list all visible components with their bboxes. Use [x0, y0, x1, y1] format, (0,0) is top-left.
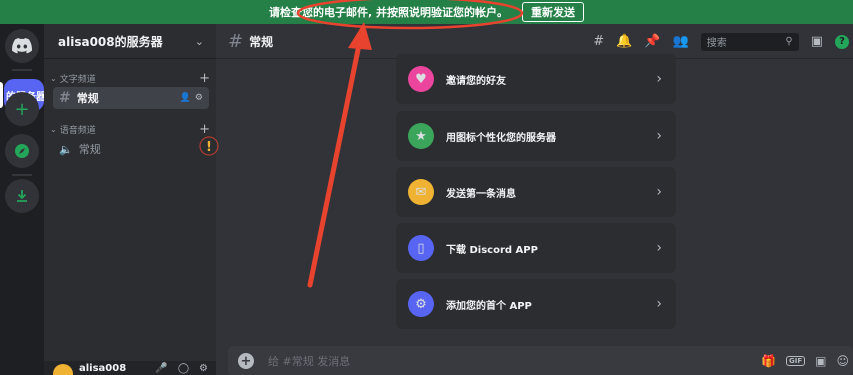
download-apps-button[interactable]	[5, 179, 39, 213]
avatar[interactable]	[53, 364, 73, 375]
caret-icon: ⌄	[50, 74, 57, 83]
search-icon: ⚲	[785, 36, 793, 47]
inbox-icon[interactable]: ▣	[811, 34, 823, 49]
banner-text: 请检查您的电子邮件, 并按照说明验证您的帐户。	[268, 6, 508, 19]
explore-icon	[15, 144, 29, 158]
chevron-down-icon: ⌄	[194, 34, 204, 48]
chevron-right-icon: ›	[656, 296, 662, 312]
mic-icon[interactable]: 🎤	[155, 363, 167, 374]
category-label: 文字频道	[59, 75, 96, 85]
card-personalize-server[interactable]: ★ 用图标个性化您的服务器 ›	[396, 111, 676, 161]
server-header[interactable]: alisa008的服务器 ⌄	[44, 24, 216, 59]
help-icon[interactable]: ?	[835, 34, 849, 49]
pin-icon[interactable]: 📌	[644, 34, 660, 49]
chevron-right-icon: ›	[656, 184, 662, 200]
attach-plus-icon[interactable]: +	[238, 353, 254, 369]
channel-text-general[interactable]: # 常规 👤 ⚙	[53, 87, 209, 109]
bell-icon[interactable]: 🔔	[616, 34, 632, 49]
search-placeholder: 搜索	[706, 38, 727, 49]
gear-icon[interactable]: ⚙	[199, 363, 208, 374]
rail-separator	[12, 174, 32, 176]
discord-home-button[interactable]	[5, 29, 39, 63]
channel-title: 常规	[249, 34, 274, 49]
card-label: 用图标个性化您的服务器	[446, 132, 556, 144]
download-app-icon: ▯	[408, 235, 434, 261]
add-server-button[interactable]: +	[5, 92, 39, 126]
card-label: 发送第一条消息	[446, 188, 516, 200]
channel-sidebar: alisa008的服务器 ⌄ ⌄ 文字频道 + # 常规 👤 ⚙ ⌄ 语音频道 …	[44, 24, 216, 375]
channel-label: 常规	[78, 143, 101, 156]
category-label: 语音频道	[59, 126, 96, 136]
card-label: 邀请您的好友	[446, 75, 506, 87]
server-rail: 的服务器 +	[0, 24, 44, 375]
chevron-right-icon: ›	[656, 240, 662, 256]
speaker-icon: 🔈	[59, 142, 73, 156]
threads-icon[interactable]: #	[593, 34, 604, 49]
channel-label: 常规	[76, 92, 99, 105]
card-first-message[interactable]: ✉ 发送第一条消息 ›	[396, 167, 676, 217]
invite-friends-icon: ♥	[408, 66, 434, 92]
channel-voice-general[interactable]: 🔈 常规	[53, 138, 209, 160]
gear-icon[interactable]: ⚙	[195, 93, 203, 103]
user-panel: alisa008 🎤 ◯ ⚙	[44, 361, 216, 375]
gift-icon[interactable]: 🎁	[761, 354, 776, 368]
active-server-indicator	[0, 82, 3, 108]
chevron-right-icon: ›	[656, 71, 662, 87]
server-name: alisa008的服务器	[58, 34, 163, 49]
card-invite-friends[interactable]: ♥ 邀请您的好友 ›	[396, 54, 676, 104]
invite-icon[interactable]: 👤	[180, 93, 191, 103]
verify-email-banner: 请检查您的电子邮件, 并按照说明验证您的帐户。 重新发送	[0, 0, 853, 24]
emoji-icon[interactable]: ☺	[836, 354, 849, 368]
explore-button[interactable]	[5, 134, 39, 168]
card-add-app[interactable]: ⚙ 添加您的首个 APP ›	[396, 279, 676, 329]
card-label: 添加您的首个 APP	[446, 300, 532, 312]
username: alisa008	[79, 363, 127, 374]
create-channel-icon[interactable]: +	[199, 122, 210, 137]
download-icon	[17, 190, 27, 202]
discord-logo-icon	[12, 38, 32, 54]
main-content: # 常规 # 🔔 📌 👥 搜索 ⚲ ▣ ? ♥ 邀请您的好友 › ★ 用图标个性…	[216, 24, 853, 375]
message-composer[interactable]: + 给 #常规 发消息 🎁 GIF ▣ ☺	[228, 346, 853, 375]
rail-separator	[12, 69, 32, 71]
create-channel-icon[interactable]: +	[199, 71, 210, 86]
add-server-icon: +	[14, 98, 30, 120]
caret-icon: ⌄	[50, 125, 57, 134]
personalize-icon: ★	[408, 123, 434, 149]
text-channel-icon: #	[59, 90, 71, 106]
card-label: 下载 Discord APP	[446, 244, 538, 256]
resend-button[interactable]: 重新发送	[522, 2, 584, 22]
category-text-channels[interactable]: ⌄ 文字频道 +	[50, 71, 210, 86]
message-input-placeholder[interactable]: 给 #常规 发消息	[268, 353, 350, 369]
chevron-right-icon: ›	[656, 128, 662, 144]
message-icon: ✉	[408, 179, 434, 205]
gif-icon[interactable]: GIF	[786, 356, 806, 366]
members-icon[interactable]: 👥	[673, 34, 689, 49]
sticker-icon[interactable]: ▣	[815, 354, 826, 368]
search-input[interactable]: 搜索 ⚲	[700, 32, 799, 51]
add-app-icon: ⚙	[408, 291, 434, 317]
card-download-app[interactable]: ▯ 下载 Discord APP ›	[396, 223, 676, 273]
category-voice-channels[interactable]: ⌄ 语音频道 +	[50, 122, 210, 137]
headphones-icon[interactable]: ◯	[178, 363, 189, 374]
text-channel-icon: #	[228, 30, 244, 52]
